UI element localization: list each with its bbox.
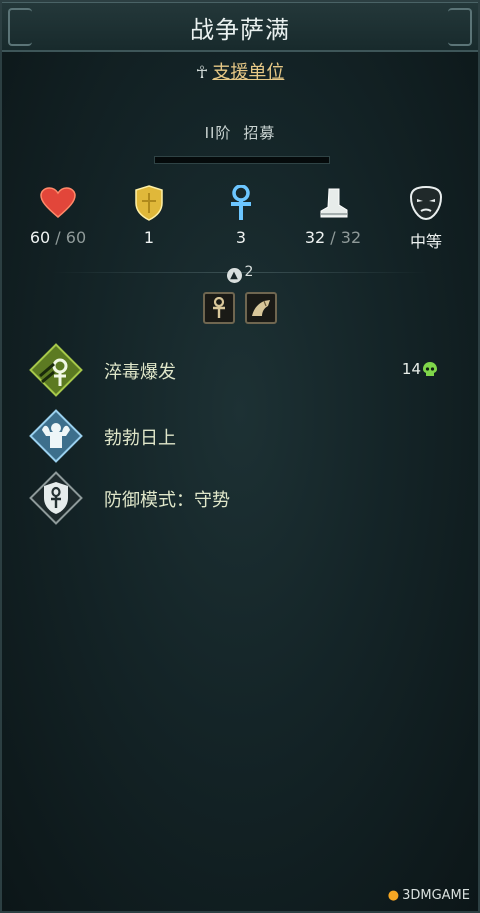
health-max: 60 <box>65 228 87 247</box>
upgrade-indicator[interactable]: ▲ 2 <box>2 264 478 283</box>
tier-label: II阶 <box>204 124 232 142</box>
experience-bar <box>154 156 330 164</box>
ankh-icon <box>201 184 281 222</box>
health-current: 60 <box>29 228 51 247</box>
unit-tags <box>203 292 279 324</box>
upgrade-count: 2 <box>244 264 254 280</box>
shield-icon <box>109 184 189 222</box>
watermark-text: 3DMGAME <box>402 888 470 903</box>
health-sep: / <box>50 228 66 247</box>
stat-movement[interactable]: 32 / 32 <box>293 184 373 247</box>
unit-role: ☥ 支援单位 <box>2 58 478 84</box>
watermark: ● 3DMGAME <box>388 888 470 903</box>
title-bar: 战争萨满 <box>2 2 478 52</box>
strength-icon <box>28 408 84 464</box>
unit-info-panel: 战争萨满 ☥ 支援单位 II阶 招募 60 / 60 1 3 32 / 32 中… <box>0 0 480 913</box>
mask-icon <box>386 184 466 222</box>
watermark-logo-icon: ● <box>387 888 400 903</box>
ability-cost-value: 14 <box>401 360 421 378</box>
ability-row[interactable]: 勃勃日上 <box>24 408 454 468</box>
ability-name: 勃勃日上 <box>104 428 176 449</box>
movement-max: 32 <box>340 228 362 247</box>
recruit-status: 招募 <box>243 124 276 142</box>
unit-title: 战争萨满 <box>190 16 290 44</box>
armor-value: 1 <box>143 228 155 247</box>
beast-tag-icon[interactable] <box>245 292 277 324</box>
ability-row[interactable]: 防御模式：守势 <box>24 470 454 530</box>
stat-faith[interactable]: 3 <box>201 184 281 247</box>
upgrade-arrow-icon: ▲ <box>226 268 242 283</box>
heart-icon <box>18 184 98 222</box>
ability-row[interactable]: 淬毒爆发 14 <box>24 342 454 402</box>
ability-name: 防御模式：守势 <box>104 490 230 511</box>
faith-value: 3 <box>235 228 247 247</box>
stats-row: 60 / 60 1 3 32 / 32 中等 <box>2 184 478 254</box>
stat-health[interactable]: 60 / 60 <box>18 184 98 247</box>
ankh-tag-icon[interactable] <box>203 292 235 324</box>
movement-current: 32 <box>304 228 326 247</box>
poison-burst-icon <box>28 342 84 398</box>
ankh-icon: ☥ <box>195 63 209 83</box>
movement-sep: / <box>325 228 341 247</box>
unit-role-link[interactable]: 支援单位 <box>212 62 284 83</box>
rank-row: II阶 招募 <box>2 122 478 143</box>
stat-armor[interactable]: 1 <box>109 184 189 247</box>
stat-morale[interactable]: 中等 <box>386 184 466 252</box>
defense-ankh-icon <box>28 470 84 526</box>
ability-cost: 14 <box>402 360 438 381</box>
boot-icon <box>293 184 373 222</box>
ability-name: 淬毒爆发 <box>104 362 176 383</box>
morale-value: 中等 <box>409 232 442 251</box>
skull-icon <box>422 361 438 381</box>
